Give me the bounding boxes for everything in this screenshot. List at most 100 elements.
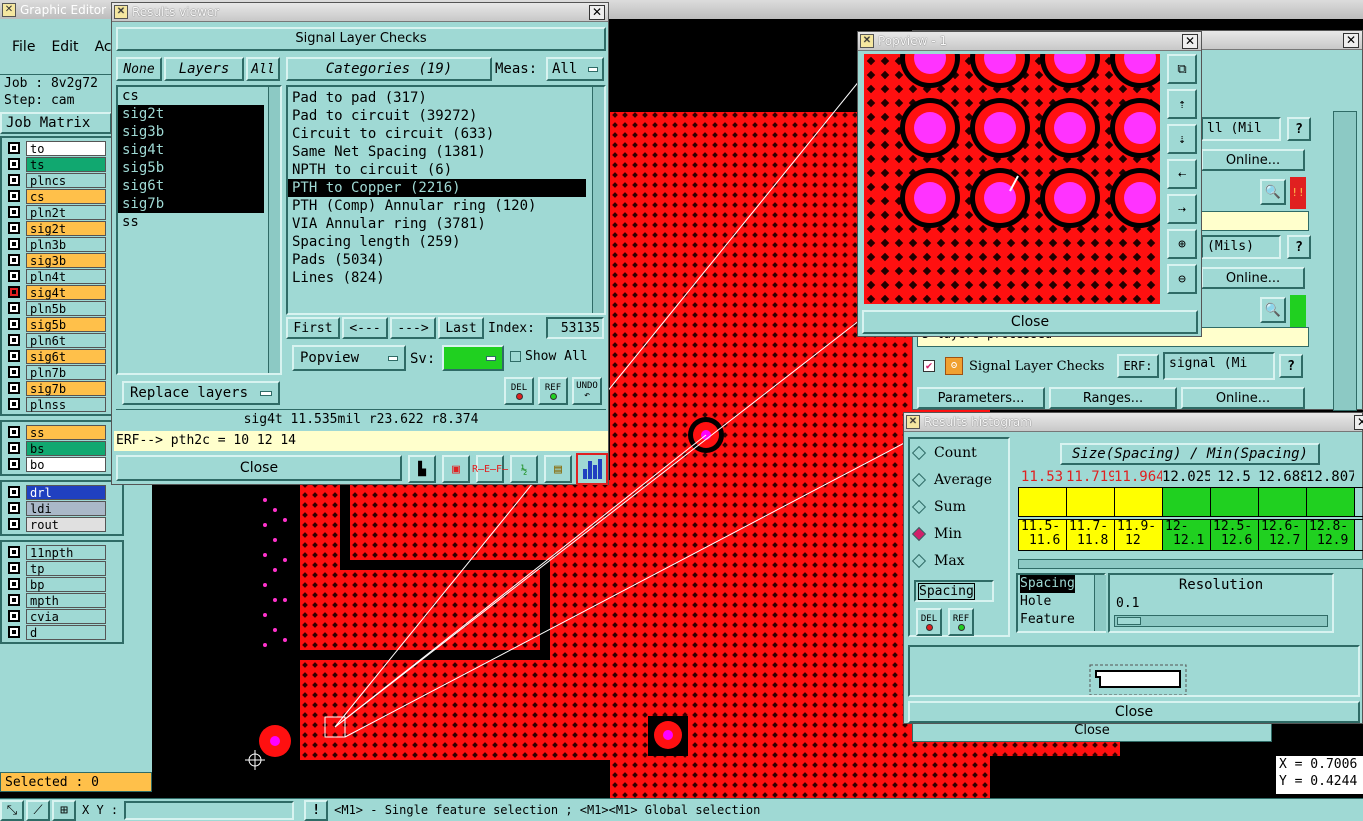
checklist-close-icon[interactable]: ✕ [1343,32,1359,48]
none-button[interactable]: None [116,57,162,81]
hidden-close-label[interactable]: Close [1074,723,1109,738]
results-close-icon[interactable]: ✕ [589,4,605,20]
hist-bar[interactable] [1163,488,1211,516]
histogram-hscroll[interactable] [1018,559,1363,569]
measure-tool-icon[interactable]: ⟋ [26,799,50,821]
layer-checkbox[interactable] [8,518,20,530]
layer-report-icon[interactable]: ▙ [408,455,436,483]
step-report-icon[interactable]: ½ [510,455,538,483]
layer-name[interactable]: tp [26,560,106,576]
layer-name[interactable]: ldi [26,500,106,516]
undo-button[interactable]: UNDO ↶ [572,377,602,405]
layer-name[interactable]: plncs [26,172,106,188]
layer-row-pln2t[interactable]: pln2t [8,204,122,220]
hist-bar[interactable] [1307,488,1355,516]
hist-range[interactable]: 12.8- 12.9 [1307,520,1355,550]
hist-range[interactable]: 12.5- 12.6 [1211,520,1259,550]
online-button-1[interactable]: Online... [1201,149,1305,171]
layer-name[interactable]: pln3b [26,236,106,252]
attribute-scrollbar[interactable] [1094,575,1106,631]
layer-name[interactable]: cs [26,188,106,204]
layer-row-pln3b[interactable]: pln3b [8,236,122,252]
layer-checkbox[interactable] [8,426,20,438]
result-layer-item[interactable]: sig6t [118,177,264,195]
first-button[interactable]: First [286,317,340,339]
layer-checkbox[interactable] [8,190,20,202]
layer-row-bo[interactable]: bo [8,456,122,472]
results-viewer-titlebar[interactable]: ✕ Results viewer ✕ [112,3,608,22]
hist-range[interactable]: 11.9- 12 [1115,520,1163,550]
layer-checkbox[interactable] [8,334,20,346]
mil-field-1[interactable]: ll (Mil [1201,117,1281,141]
all-layers-button[interactable]: All [246,57,280,81]
category-item[interactable]: Pads (5034) [288,251,586,269]
layer-row-d[interactable]: d [8,624,122,640]
layer-name[interactable]: 11npth [26,544,106,560]
layer-name[interactable]: to [26,140,106,156]
layer-name[interactable]: drl [26,484,106,500]
layer-row-pln5b[interactable]: pln5b [8,300,122,316]
layer-checkbox[interactable] [8,486,20,498]
check-row[interactable]: ✔ ʘ Signal Layer Checks ERF: signal (Mi … [917,351,1309,381]
layer-checkbox[interactable] [8,206,20,218]
layer-row-pln6t[interactable]: pln6t [8,332,122,348]
popview-titlebar[interactable]: ✕ Popview - 1 ✕ [858,32,1201,51]
select-result-icon[interactable]: ▣ [442,455,470,483]
layer-checkbox[interactable] [8,366,20,378]
zoom-out-icon[interactable]: ⊖ [1167,264,1197,294]
layer-row-11npth[interactable]: 11npth [8,544,122,560]
mode-count[interactable]: Count [910,439,1008,466]
hist-bar[interactable] [1019,488,1067,516]
layer-name[interactable]: d [26,624,106,640]
layer-name[interactable]: pln6t [26,332,106,348]
layer-checkbox[interactable] [8,174,20,186]
layer-checkbox[interactable] [8,442,20,454]
mode-average[interactable]: Average [910,466,1008,493]
category-item[interactable]: PTH to Copper (2216) [288,179,586,197]
layer-checkbox[interactable] [8,158,20,170]
layer-name[interactable]: cvia [26,608,106,624]
layer-checkbox[interactable] [8,626,20,638]
layer-checkbox[interactable] [8,286,20,298]
layer-checkbox[interactable] [8,270,20,282]
categories-button[interactable]: Categories (19) [286,57,492,81]
layer-name[interactable]: rout [26,516,106,532]
measure-type-dropdown[interactable]: Spacing [914,580,994,602]
radio-button[interactable] [911,526,927,541]
layer-row-to[interactable]: to [8,140,122,156]
category-item[interactable]: NPTH to circuit (6) [288,161,586,179]
result-layer-item[interactable]: sig4t [118,141,264,159]
layer-row-plncs[interactable]: plncs [8,172,122,188]
ref-button[interactable]: REF [538,377,568,405]
zoom-icon-2[interactable]: 🔍 [1260,297,1286,323]
hist-ref-button[interactable]: REF [948,608,974,636]
layer-checkbox[interactable] [8,458,20,470]
layer-row-pln4t[interactable]: pln4t [8,268,122,284]
ref-report-icon[interactable]: R̶E̶F̶ [472,455,508,483]
category-item[interactable]: PTH (Comp) Annular ring (120) [288,197,586,215]
menu-actions[interactable]: Ac [95,39,112,55]
layer-name[interactable]: ts [26,156,106,172]
layer-checkbox[interactable] [8,610,20,622]
zoom-fit-icon[interactable]: ⧉ [1167,54,1197,84]
zoom-in-icon[interactable]: ⊕ [1167,229,1197,259]
category-item[interactable]: Pad to pad (317) [288,89,586,107]
layer-name[interactable]: pln7b [26,364,106,380]
layer-name[interactable]: mpth [26,592,106,608]
layer-checkbox[interactable] [8,238,20,250]
layer-name[interactable]: pln5b [26,300,106,316]
category-item[interactable]: VIA Annular ring (3781) [288,215,586,233]
layer-checkbox[interactable] [8,142,20,154]
results-close-button[interactable]: Close [116,455,402,481]
result-layer-item[interactable]: sig3b [118,123,264,141]
category-item[interactable]: Same Net Spacing (1381) [288,143,586,161]
result-layer-item[interactable]: sig5b [118,159,264,177]
category-listbox-scrollbar[interactable] [592,87,604,313]
layer-checkbox[interactable] [8,502,20,514]
histogram-icon[interactable] [576,453,608,485]
sv-color-dropdown[interactable] [442,345,504,371]
attribute-item[interactable]: Spacing [1020,575,1075,593]
layer-name[interactable]: sig7b [26,380,106,396]
popview-canvas[interactable] [864,54,1160,304]
layer-checkbox[interactable] [8,254,20,266]
